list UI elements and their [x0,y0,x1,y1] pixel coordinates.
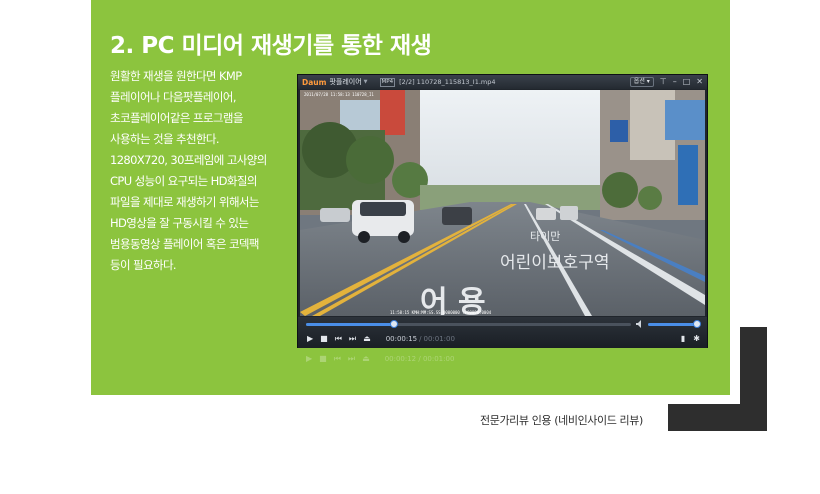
file-title: [2/2] 110728_115813_I1.mp4 [399,78,496,86]
maximize-icon[interactable]: □ [683,78,691,86]
time-current: 00:00:15 [385,334,418,343]
description-text: 원활한 재생을 원한다면 KMP 플레이어나 다음팟플레이어, 초코플레이어같은… [110,66,290,276]
volume-handle[interactable] [693,320,701,328]
osd-bottom: 11:58:15 KMH:MM:SS.SS 0000000 :+00000:00… [390,310,492,315]
seek-handle[interactable] [389,320,398,328]
eject-icon[interactable]: ⏏ [363,334,371,343]
reflection-time-current: 00:00:12 [384,354,417,363]
description-line: 초코플레이어같은 프로그램을 [110,111,243,125]
corner-bracket-horizontal [668,404,767,431]
option-label: 옵션 [633,78,645,85]
description-line: 등이 필요하다. [110,258,177,272]
media-player-window: Daum 팟플레이어 ▼ MP4 [2/2] 110728_115813_I1.… [297,74,708,348]
reflection-time: 00:00:12 / 00:01:00 [384,354,455,363]
seek-bar[interactable] [306,320,631,328]
player-reflection: ▶ ■ ⏮ ⏭ ⏏ 00:00:12 / 00:01:00 [297,350,708,378]
next-icon[interactable]: ⏭ [349,334,356,343]
chevron-down-icon[interactable]: ▼ [364,79,368,85]
pin-icon[interactable]: ⊤ [660,78,667,86]
player-titlebar[interactable]: Daum 팟플레이어 ▼ MP4 [2/2] 110728_115813_I1.… [298,75,707,89]
time-display: 00:00:15/00:01:00 [385,334,455,343]
volume-icon[interactable] [636,320,644,328]
stop-icon[interactable]: ■ [320,334,328,343]
reflection-time-total: 00:01:00 [422,354,455,363]
volume-slider[interactable] [648,320,701,328]
description-line: 1280X720, 30프레임에 고사양의 [110,153,267,167]
time-total: 00:01:00 [423,334,455,343]
description-line: CPU 성능이 요구되는 HD화질의 [110,174,257,188]
description-line: 사용하는 것을 추천한다. [110,132,220,146]
previous-icon: ⏮ [333,354,341,363]
format-badge: MP4 [379,77,396,87]
option-button[interactable]: 옵션 ▾ [629,77,654,87]
player-controls: ▶ ■ ⏮ ⏭ ⏏ 00:00:15/00:01:00 ▮ ✱ [298,317,707,348]
video-frame[interactable]: 타이만 어린이보호구역 어 용 2011/07/28 11:58:13 1107… [300,90,705,316]
eject-icon: ⏏ [362,354,370,363]
next-icon: ⏭ [347,354,356,363]
dashcam-road-scene: 타이만 어린이보호구역 어 용 2011/07/28 11:58:13 1107… [300,90,705,316]
playlist-icon[interactable]: ▮ [681,334,685,343]
play-icon: ▶ [306,354,313,363]
osd-top: 2011/07/28 11:58:13 110728_I1 [304,92,374,97]
description-line: 범용동영상 플레이어 혹은 코덱팩 [110,237,259,251]
stop-icon: ■ [319,354,327,363]
minimize-icon[interactable]: – [673,78,677,86]
section-heading: 2. PC 미디어 재생기를 통한 재생 [110,33,432,59]
app-name-menu[interactable]: 팟플레이어 [329,77,361,87]
play-icon[interactable]: ▶ [307,334,313,343]
description-line: 플레이어나 다음팟플레이어, [110,90,236,104]
road-text-2: 어린이보호구역 [500,253,609,273]
seek-fill [306,323,394,326]
close-icon[interactable]: ✕ [696,78,703,86]
source-caption: 전문가리뷰 인용 (네비인사이드 리뷰) [480,414,643,427]
description-line: 파일을 제대로 재생하기 위해서는 [110,195,259,209]
daum-logo[interactable]: Daum [302,78,326,87]
road-text-1: 타이만 [530,230,560,243]
settings-icon[interactable]: ✱ [693,334,700,343]
description-line: 원활한 재생을 원한다면 KMP [110,69,242,83]
previous-icon[interactable]: ⏮ [335,334,342,343]
description-line: HD영상을 잘 구동시킬 수 있는 [110,216,249,230]
